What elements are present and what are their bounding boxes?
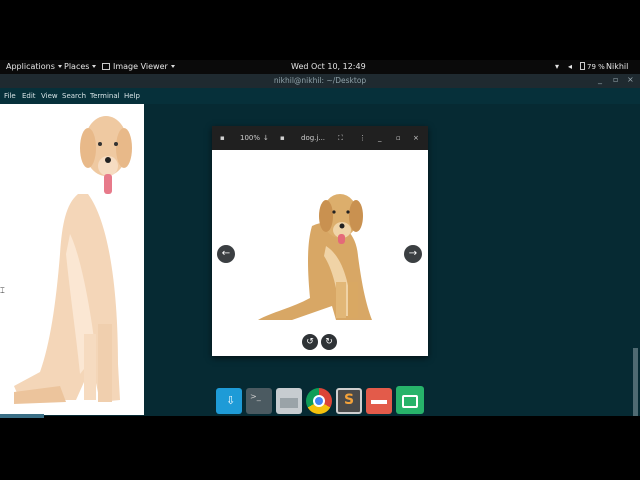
user-label: Nikhil [606,62,629,71]
dog-illustration [14,116,132,404]
arrow-right-icon: → [408,248,418,259]
user-menu[interactable]: Nikhil [606,62,628,72]
clock[interactable]: Wed Oct 10, 12:49 [291,62,366,72]
previous-image-button[interactable]: ← [217,245,235,263]
battery-label: 79 % [587,63,605,71]
places-label: Places [64,62,90,71]
slides-icon[interactable] [366,388,392,414]
rotate-right-icon: ↻ [325,337,333,347]
zoom-menu-icon[interactable]: ↓ [263,134,269,142]
download-manager-icon[interactable]: ⇩ [216,388,242,414]
chevron-down-icon [57,65,62,68]
terminal-title: nikhil@nikhil: ~/Desktop [273,76,367,85]
files-icon[interactable] [276,388,302,414]
battery-icon [580,62,585,70]
places-menu[interactable]: Places [64,62,97,72]
close-icon[interactable]: × [413,134,419,142]
zoom-in-icon[interactable]: ▪ [280,134,285,142]
rotate-left-icon: ↺ [306,337,314,347]
next-image-button[interactable]: → [404,245,422,263]
menu-search[interactable]: Search [62,92,86,100]
image-viewer-window: ▪ 100% ↓ ▪ dog.j... ⛶ ⋮ _ ▫ × ← → ↺ ↻ [212,126,428,356]
maximize-icon[interactable]: ▫ [613,75,618,84]
zoom-level[interactable]: 100% [240,134,260,142]
screen-recorder-icon[interactable] [396,386,424,414]
menu-view[interactable]: View [41,92,58,100]
dock: ⇩ >_ S [210,384,430,418]
fullscreen-icon[interactable]: ⛶ [338,134,343,143]
menu-help[interactable]: Help [124,92,140,100]
wifi-icon[interactable]: ▾ [555,62,559,72]
chrome-icon[interactable] [306,388,332,414]
rotate-left-button[interactable]: ↺ [302,334,318,350]
top-panel: Applications Places Image Viewer Wed Oct… [0,60,640,74]
close-icon[interactable]: × [627,75,634,84]
terminal-scrollbar[interactable] [633,348,638,416]
volume-icon[interactable]: ◂ [568,62,572,72]
dog-photo [258,194,372,320]
battery-indicator[interactable]: 79 % [580,62,605,72]
maximize-icon[interactable]: ▫ [396,134,401,142]
menu-file[interactable]: File [4,92,16,100]
applications-label: Applications [6,62,55,71]
menu-icon[interactable]: ⋮ [359,134,366,142]
arrow-left-icon: ← [221,248,231,259]
terminal-icon[interactable]: >_ [246,388,272,414]
viewer-toolbar: ▪ 100% ↓ ▪ dog.j... ⛶ ⋮ _ ▫ × [212,126,428,150]
filename-label[interactable]: dog.j... [301,134,325,142]
rotate-right-button[interactable]: ↻ [321,334,337,350]
image-viewer-menu[interactable]: Image Viewer [102,62,175,72]
applications-menu[interactable]: Applications [6,62,62,72]
minimize-icon[interactable]: _ [378,134,382,142]
zoom-out-icon[interactable]: ▪ [220,134,225,142]
sublime-text-icon[interactable]: S [336,388,362,414]
minimize-icon[interactable]: _ [598,75,602,84]
menu-terminal[interactable]: Terminal [90,92,120,100]
clock-label: Wed Oct 10, 12:49 [291,62,366,71]
menu-edit[interactable]: Edit [22,92,36,100]
terminal-dog-image [0,104,144,415]
chevron-down-icon [170,65,175,68]
bottom-letterbox [0,416,640,480]
terminal-menubar: File Edit View Search Terminal Help [0,88,640,104]
chevron-down-icon [92,65,97,68]
cursor-icon: ⌶ [0,286,5,295]
taskbar-indicator [0,414,44,418]
terminal-titlebar[interactable]: nikhil@nikhil: ~/Desktop _ ▫ × [0,74,640,88]
image-viewer-app-icon [102,63,110,70]
image-viewer-label: Image Viewer [113,62,168,71]
